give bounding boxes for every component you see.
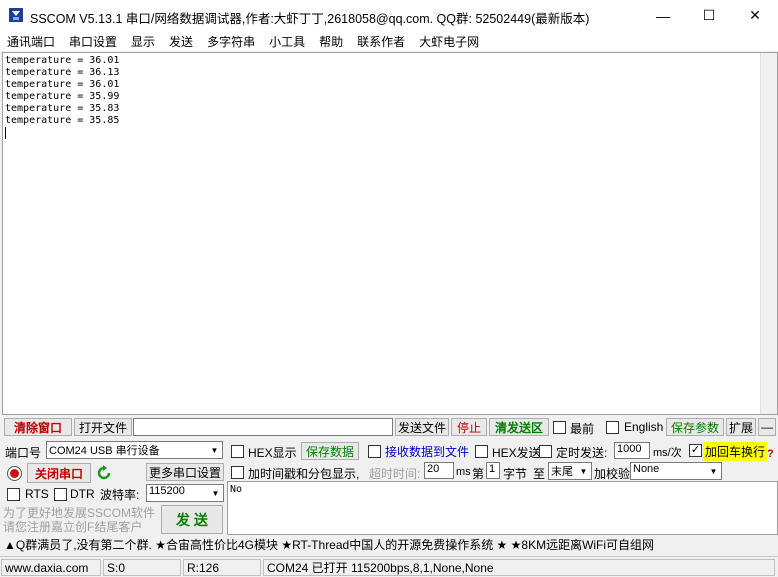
chevron-down-icon: ▼ [207,442,222,458]
hex-send-checkbox[interactable] [475,445,488,458]
website-link[interactable]: www.daxia.com [1,559,101,576]
menu-display[interactable]: 显示 [124,31,162,51]
promo-ticker[interactable]: ▲Q群满员了,没有第二个群. ★合宙高性价比4G模块 ★RT-Thread中国人… [2,538,778,555]
menu-contact-author[interactable]: 联系作者 [350,31,412,51]
baud-value: 115200 [149,485,185,497]
chevron-down-icon: ▼ [706,463,721,479]
status-bar: www.daxia.com S:0 R:126 COM24 已打开 115200… [0,556,778,577]
dtr-label: DTR [70,487,95,501]
chevron-down-icon: ▼ [208,485,223,501]
timestamp-checkbox[interactable] [231,466,244,479]
receive-line: temperature = 36.01 [5,79,120,90]
end-select[interactable]: 末尾 ▼ [548,462,592,480]
checksum-value: None [633,463,660,475]
maximize-button[interactable]: ☐ [686,0,732,31]
clear-send-area-button[interactable]: 清发送区 [489,418,549,436]
interval-unit: ms/次 [653,447,682,459]
promo-line: 为了更好地发展SSCOM软件 [3,506,156,520]
open-file-button[interactable]: 打开文件 [74,418,132,436]
add-crlf-label: 加回车换行 [703,442,768,461]
send-textarea[interactable]: No [227,481,778,535]
port-status-text: COM24 已打开 115200bps,8,1,None,None [263,559,775,576]
menu-daxia-site[interactable]: 大虾电子网 [412,31,486,51]
promo-text[interactable]: 为了更好地发展SSCOM软件 请您注册嘉立创F结尾客户 [3,506,155,534]
timeout-label: 超时时间: [369,467,421,481]
english-checkbox[interactable] [606,421,619,434]
rts-checkbox[interactable] [7,488,20,501]
receive-scrollbar[interactable] [760,53,777,414]
hex-send-label: HEX发送 [492,446,541,460]
recv-to-file-label[interactable]: 接收数据到文件 [385,443,469,460]
recv-to-file-checkbox[interactable] [368,445,381,458]
refresh-icon[interactable] [95,464,113,482]
close-button[interactable]: ✕ [732,0,778,31]
receive-line: temperature = 35.85 [5,115,120,126]
baud-select[interactable]: 115200 ▼ [146,484,224,502]
clear-window-button[interactable]: 清除窗口 [4,418,72,436]
interval-input[interactable]: 1000 [614,442,650,459]
checksum-select[interactable]: None ▼ [630,462,722,480]
receive-line: temperature = 35.99 [5,91,120,102]
topmost-checkbox[interactable] [553,421,566,434]
file-path-field[interactable] [133,418,393,436]
chevron-down-icon: ▼ [576,463,591,479]
timeout-unit: ms [456,466,471,478]
timed-send-checkbox[interactable] [539,445,552,458]
timed-send-label: 定时发送: [556,446,608,460]
menu-tools[interactable]: 小工具 [262,31,312,51]
promo-line: 请您注册嘉立创F结尾客户 [3,520,143,534]
sscom-app-icon [9,8,23,22]
menu-bar: 通讯端口 串口设置 显示 发送 多字符串 小工具 帮助 联系作者 大虾电子网 [0,31,778,51]
checksum-label: 加校验 [594,467,631,481]
timeout-input[interactable]: 20 [424,462,454,479]
menu-comm-port[interactable]: 通讯端口 [0,31,62,51]
stop-button[interactable]: 停止 [451,418,487,436]
timestamp-label: 加时间戳和分包显示, [248,467,360,481]
port-status-icon [7,466,22,481]
save-params-button[interactable]: 保存参数 [666,418,724,436]
minimize-button[interactable]: — [640,0,686,31]
english-label: English [624,420,664,434]
receive-line: temperature = 36.01 [5,55,120,66]
send-text: No [230,484,243,495]
send-button[interactable]: 发 送 [161,505,223,534]
byte-word-label: 字节 [503,467,528,481]
text-cursor [5,127,6,139]
sent-count: S:0 [103,559,181,576]
dtr-checkbox[interactable] [54,488,67,501]
receive-text: temperature = 36.01 temperature = 36.13 … [5,55,119,139]
menu-help[interactable]: 帮助 [312,31,350,51]
topmost-label: 最前 [570,422,595,436]
more-port-settings-button[interactable]: 更多串口设置 [146,463,224,481]
add-crlf-checkbox[interactable]: ✓ [689,444,702,457]
window-title: SSCOM V5.13.1 串口/网络数据调试器,作者:大虾丁丁,2618058… [30,12,590,26]
receive-line: temperature = 35.83 [5,103,120,114]
port-label: 端口号 [5,446,42,460]
menu-port-settings[interactable]: 串口设置 [62,31,124,51]
send-file-button[interactable]: 发送文件 [395,418,449,436]
byte-index-input[interactable]: 1 [486,462,500,479]
receive-line: temperature = 36.13 [5,67,120,78]
close-port-button[interactable]: 关闭串口 [27,463,91,483]
port-select[interactable]: COM24 USB 串行设备 ▼ [46,441,223,459]
end-value: 末尾 [551,466,573,478]
expand-button[interactable]: 扩展 [726,418,756,436]
menu-send[interactable]: 发送 [162,31,200,51]
byte-prefix-label: 第 [472,467,485,481]
save-data-button[interactable]: 保存数据 [301,442,359,460]
help-icon[interactable]: ? [767,448,774,460]
rts-label: RTS [25,487,49,501]
hex-display-label: HEX显示 [248,446,297,460]
hex-display-checkbox[interactable] [231,445,244,458]
collapse-button[interactable]: — [758,418,776,436]
to-word-label: 至 [533,467,546,481]
received-count: R:126 [183,559,261,576]
baud-label: 波特率: [100,488,140,502]
port-value: COM24 USB 串行设备 [49,445,160,457]
menu-multi-string[interactable]: 多字符串 [200,31,262,51]
title-bar: SSCOM V5.13.1 串口/网络数据调试器,作者:大虾丁丁,2618058… [0,0,778,31]
receive-area[interactable]: temperature = 36.01 temperature = 36.13 … [2,52,778,415]
